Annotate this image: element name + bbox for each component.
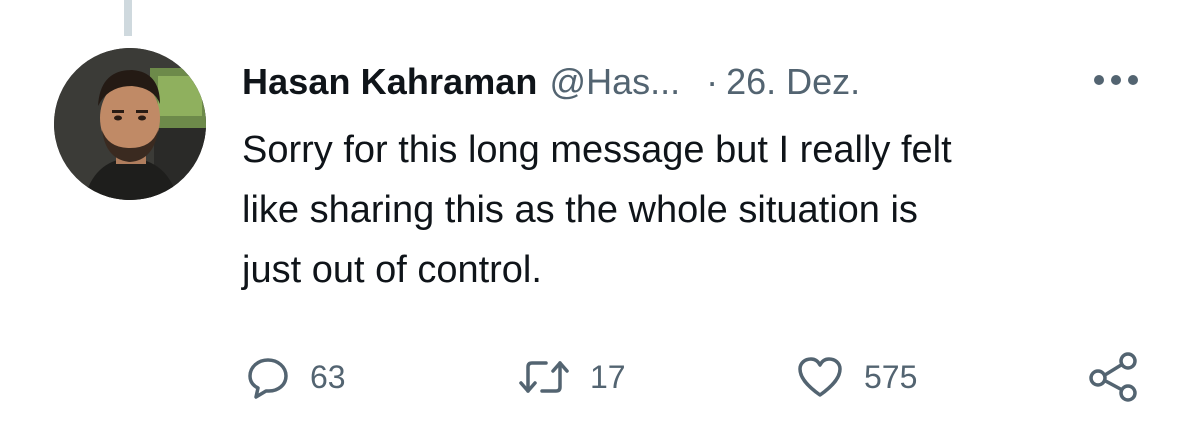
reply-icon	[246, 355, 290, 399]
like-count: 575	[864, 358, 918, 395]
reply-count: 63	[310, 358, 346, 395]
retweet-count: 17	[590, 358, 626, 395]
tweet-date[interactable]: 26. Dez.	[726, 61, 860, 103]
tweet-header: Hasan Kahraman @Has... · 26. Dez.	[242, 56, 1162, 108]
author-handle[interactable]: @Has...	[550, 61, 681, 103]
avatar-photo	[54, 48, 206, 200]
author-name[interactable]: Hasan Kahraman	[242, 61, 538, 103]
share-button[interactable]	[1086, 342, 1140, 412]
reply-button[interactable]: 63	[246, 342, 346, 412]
heart-icon	[796, 355, 844, 399]
like-button[interactable]: 575	[796, 342, 917, 412]
share-icon	[1086, 352, 1140, 402]
tweet-text-line: like sharing this as the whole situation…	[242, 189, 918, 231]
separator-dot: ·	[706, 61, 719, 102]
avatar[interactable]	[54, 48, 206, 200]
retweet-icon	[518, 357, 570, 397]
tweet-text: Sorry for this long message but I really…	[242, 120, 1142, 300]
tweet-actions: 63 17 575	[240, 342, 1160, 412]
tweet-text-line: just out of control.	[242, 249, 542, 291]
thread-connector-line	[124, 0, 132, 36]
more-options-button[interactable]	[1088, 60, 1144, 100]
tweet-text-line: Sorry for this long message but I really…	[242, 129, 952, 171]
retweet-button[interactable]: 17	[518, 342, 626, 412]
more-icon	[1093, 74, 1139, 86]
